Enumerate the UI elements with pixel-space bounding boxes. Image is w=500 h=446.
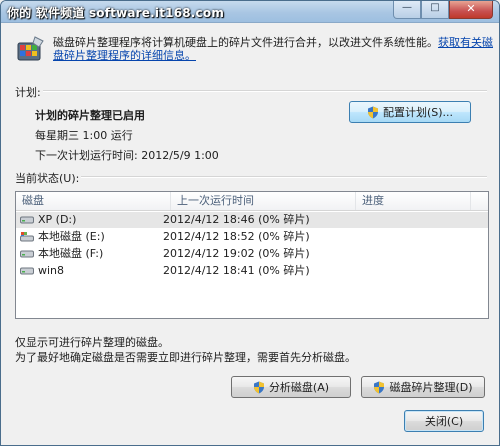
disk-row[interactable]: XP (D:) 2012/4/12 18:46 (0% 碎片) — [16, 212, 488, 228]
column-last-run[interactable]: 上一次运行时间 — [171, 192, 356, 210]
column-disk[interactable]: 磁盘 — [16, 192, 171, 210]
note-defragmentable-only: 仅显示可进行碎片整理的磁盘。 — [15, 336, 169, 349]
note-analyze-first: 为了最好地确定磁盘是否需要立即进行碎片整理，需要首先分析磁盘。 — [15, 351, 356, 364]
disk-list[interactable]: 磁盘 上一次运行时间 进度 XP (D:) 2012/4/12 18:46 (0… — [15, 191, 489, 319]
disk-last-run: 2012/4/12 18:52 (0% 碎片) — [163, 230, 310, 243]
disk-row[interactable]: 本地磁盘 (E:) 2012/4/12 18:52 (0% 碎片) — [16, 229, 488, 245]
disk-row[interactable]: win8 2012/4/12 18:41 (0% 碎片) — [16, 263, 488, 279]
close-button[interactable]: 关闭(C) — [404, 410, 484, 432]
window-controls: — □ ✕ — [393, 1, 493, 19]
uac-shield-icon — [374, 381, 385, 393]
close-window-button[interactable]: ✕ — [449, 1, 493, 19]
defragment-disk-button[interactable]: 磁盘碎片整理(D) — [361, 376, 485, 398]
defragmenter-app-icon — [17, 36, 44, 61]
disk-last-run: 2012/4/12 18:46 (0% 碎片) — [163, 213, 310, 226]
drive-icon — [20, 250, 34, 258]
status-divider — [81, 176, 487, 178]
schedule-frequency: 每星期三 1:00 运行 — [35, 129, 133, 142]
system-drive-icon — [20, 232, 34, 242]
disk-name: XP (D:) — [38, 213, 77, 226]
configure-schedule-label: 配置计划(S)... — [382, 106, 454, 119]
intro-description: 磁盘碎片整理程序将计算机硬盘上的碎片文件进行合并，以改进文件系统性能。 — [53, 36, 438, 49]
defragmenter-window: 你的 软件频道 software.it168.com — □ ✕ 磁盘碎片整理程… — [0, 0, 500, 446]
maximize-icon: □ — [430, 2, 440, 13]
title-bar[interactable]: 你的 软件频道 software.it168.com — □ ✕ — [1, 1, 499, 23]
configure-schedule-button[interactable]: 配置计划(S)... — [349, 101, 471, 123]
disk-name: 本地磁盘 (E:) — [38, 230, 105, 243]
schedule-divider — [43, 90, 487, 92]
schedule-section-label: 计划: — [15, 86, 41, 99]
disk-row[interactable]: 本地磁盘 (F:) 2012/4/12 19:02 (0% 碎片) — [16, 246, 488, 262]
disk-last-run: 2012/4/12 18:41 (0% 碎片) — [163, 264, 310, 277]
current-status-label: 当前状态(U): — [15, 172, 80, 185]
close-icon: ✕ — [466, 2, 476, 15]
disk-name: win8 — [38, 264, 65, 277]
analyze-disk-label: 分析磁盘(A) — [268, 381, 330, 394]
minimize-icon: — — [402, 2, 412, 13]
close-button-label: 关闭(C) — [424, 415, 464, 428]
watermark-text: 你的 软件频道 software.it168.com — [7, 6, 225, 20]
minimize-button[interactable]: — — [393, 1, 421, 19]
disk-name: 本地磁盘 (F:) — [38, 247, 104, 260]
uac-shield-icon — [253, 381, 264, 393]
disk-last-run: 2012/4/12 19:02 (0% 碎片) — [163, 247, 310, 260]
maximize-button[interactable]: □ — [421, 1, 449, 19]
drive-icon — [20, 216, 34, 224]
drive-icon — [20, 267, 34, 275]
intro-text: 磁盘碎片整理程序将计算机硬盘上的碎片文件进行合并，以改进文件系统性能。获取有关磁… — [53, 36, 493, 62]
schedule-next-run: 下一次计划运行时间: 2012/5/9 1:00 — [35, 149, 219, 162]
analyze-disk-button[interactable]: 分析磁盘(A) — [231, 376, 351, 398]
schedule-status: 计划的碎片整理已启用 — [35, 109, 145, 122]
column-progress[interactable]: 进度 — [356, 192, 471, 210]
defragment-disk-label: 磁盘碎片整理(D) — [389, 381, 473, 394]
uac-shield-icon — [367, 106, 378, 118]
disk-list-header: 磁盘 上一次运行时间 进度 — [16, 192, 488, 211]
